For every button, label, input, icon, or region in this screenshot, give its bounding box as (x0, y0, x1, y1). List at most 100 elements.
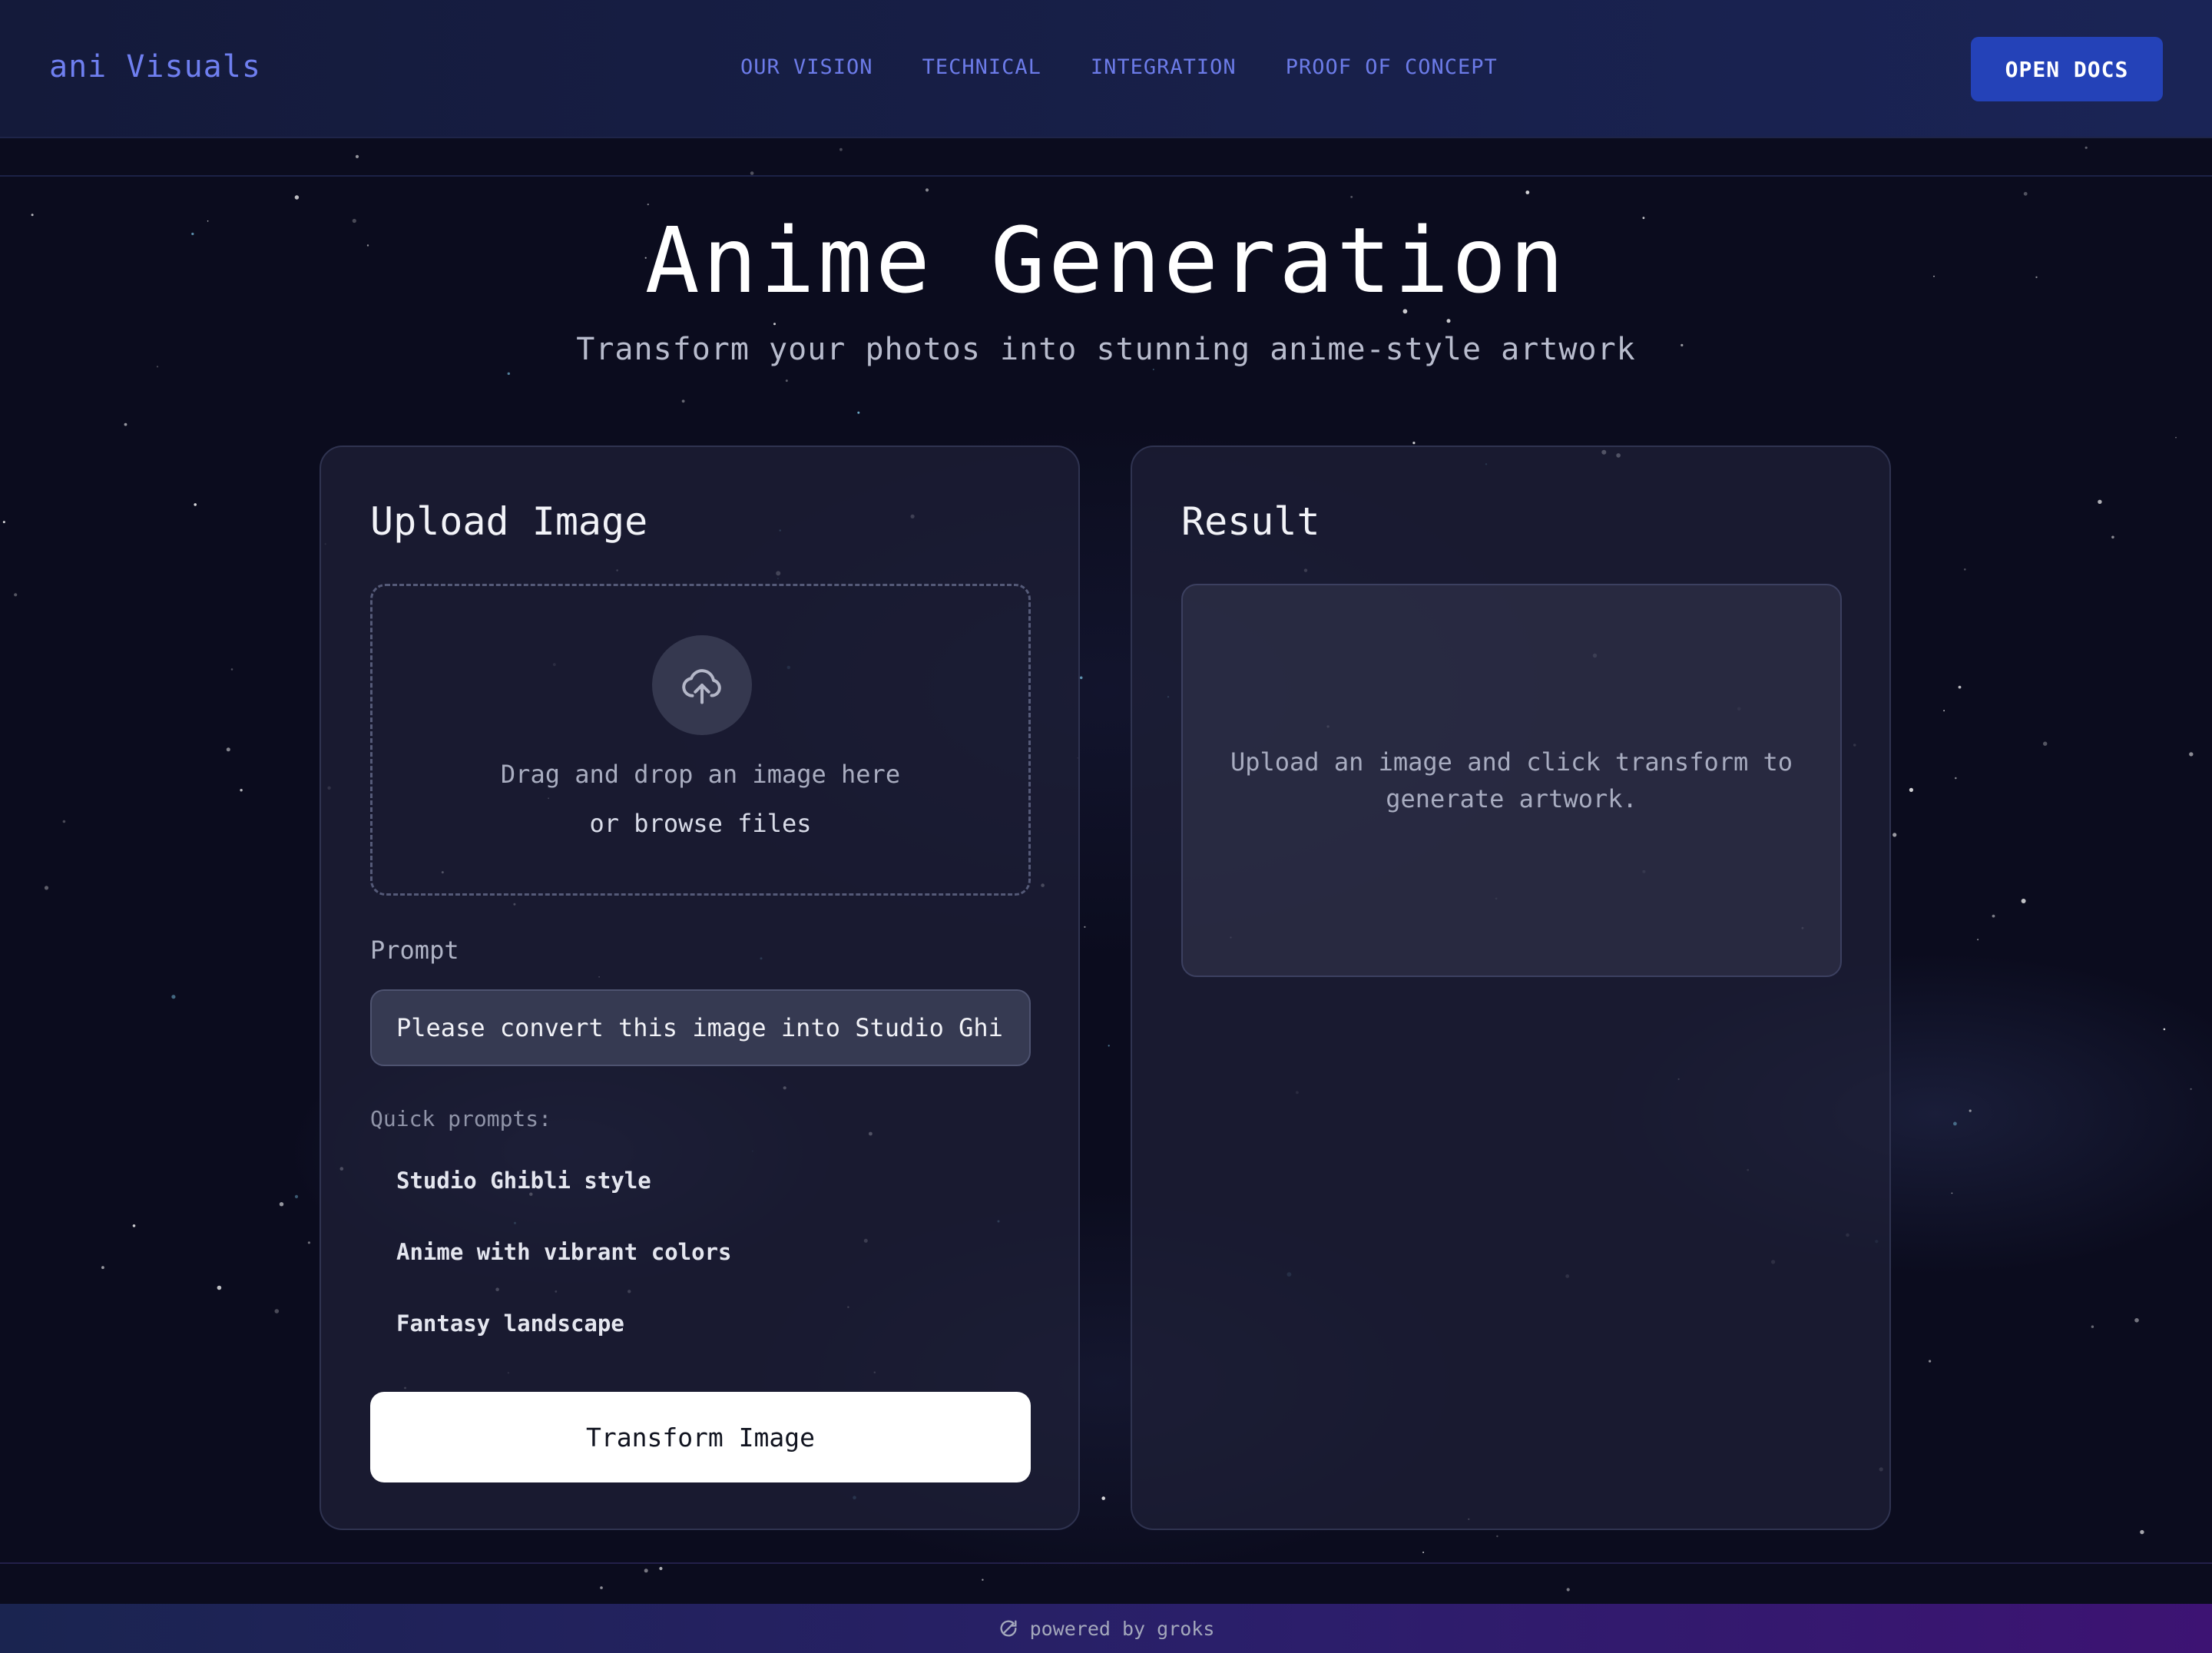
cloud-upload-icon (682, 669, 721, 704)
star (982, 1578, 984, 1581)
star (1422, 1552, 1425, 1553)
star (2163, 1028, 2166, 1031)
star (194, 503, 197, 506)
star (307, 1241, 310, 1244)
brand-logo[interactable]: ani Visuals (49, 49, 261, 84)
result-panel: Result Upload an image and click transfo… (1131, 446, 1891, 1530)
star (681, 399, 685, 403)
star (1101, 1496, 1105, 1500)
nav-our-vision[interactable]: OUR VISION (740, 55, 873, 79)
top-navbar: ani Visuals OUR VISION TECHNICAL INTEGRA… (0, 0, 2212, 138)
star (1108, 1045, 1110, 1047)
star (1964, 568, 1966, 571)
star (171, 995, 176, 999)
star (1350, 196, 1353, 198)
main-nav: OUR VISION TECHNICAL INTEGRATION PROOF O… (740, 55, 1498, 79)
star (925, 188, 929, 192)
star (1992, 914, 1995, 918)
nav-integration[interactable]: INTEGRATION (1091, 55, 1237, 79)
nav-technical[interactable]: TECHNICAL (922, 55, 1041, 79)
quick-prompt-vibrant[interactable]: Anime with vibrant colors (396, 1239, 732, 1265)
quick-prompts-label: Quick prompts: (370, 1106, 552, 1131)
nav-proof-of-concept[interactable]: PROOF OF CONCEPT (1286, 55, 1498, 79)
star (1951, 1192, 1953, 1194)
star (2023, 191, 2028, 196)
star (1909, 787, 1913, 792)
footer: powered by groks (0, 1604, 2212, 1653)
upload-panel-title: Upload Image (370, 499, 648, 544)
star (62, 820, 66, 823)
star (647, 204, 649, 206)
star (1084, 926, 1086, 928)
open-docs-button[interactable]: OPEN DOCS (1971, 37, 2163, 101)
star (644, 1569, 648, 1573)
upload-panel: Upload Image Drag and drop an image here… (320, 446, 1080, 1530)
transform-image-button[interactable]: Transform Image (370, 1392, 1031, 1482)
star (2175, 436, 2177, 439)
star (1969, 1109, 1972, 1112)
refresh-icon (1000, 1620, 1017, 1637)
star (1929, 1360, 1932, 1363)
star (1943, 710, 1945, 712)
star (2134, 1318, 2139, 1323)
star (507, 372, 510, 376)
star (124, 422, 127, 426)
star (240, 789, 243, 792)
star (217, 1285, 222, 1290)
star (2111, 535, 2114, 539)
star (2091, 1325, 2094, 1328)
quick-prompt-fantasy[interactable]: Fantasy landscape (396, 1310, 624, 1337)
star (294, 195, 300, 200)
star (785, 379, 788, 383)
dropzone-text: Drag and drop an image here (500, 760, 901, 789)
star (2189, 752, 2194, 757)
star (1958, 685, 1962, 689)
star (1955, 777, 1957, 780)
star (1892, 833, 1897, 837)
star (1152, 369, 1154, 370)
page-title: Anime Generation (644, 207, 1568, 313)
star (1496, 1535, 1498, 1538)
star (1566, 1588, 1570, 1592)
footer-divider (0, 1562, 2212, 1564)
star (1446, 319, 1451, 323)
star (2085, 146, 2088, 149)
powered-by-text: powered by groks (1029, 1617, 1215, 1640)
quick-prompt-ghibli[interactable]: Studio Ghibli style (396, 1168, 651, 1194)
star (226, 747, 230, 752)
result-placeholder: Upload an image and click transform to g… (1230, 747, 1793, 813)
star (2, 521, 5, 524)
image-dropzone[interactable]: Drag and drop an image here or browse fi… (370, 584, 1031, 896)
star (14, 593, 18, 597)
star (1977, 939, 1979, 941)
star (2043, 741, 2048, 746)
star (857, 411, 860, 414)
star (101, 1266, 104, 1270)
star (839, 147, 843, 151)
star (355, 154, 359, 158)
star (2140, 1529, 2144, 1535)
star (1079, 676, 1083, 680)
browse-files-link[interactable]: or browse files (373, 809, 1028, 838)
prompt-input[interactable] (370, 989, 1031, 1066)
star (1953, 1121, 1957, 1126)
star (2098, 499, 2102, 504)
star (44, 886, 49, 890)
result-panel-title: Result (1181, 499, 1320, 544)
star (132, 1224, 136, 1227)
star (274, 1309, 280, 1313)
page-subtitle: Transform your photos into stunning anim… (576, 332, 1636, 367)
star (2021, 899, 2026, 903)
star (1412, 442, 1416, 445)
result-preview: Upload an image and click transform to g… (1181, 584, 1842, 977)
upload-icon-circle (652, 635, 752, 735)
star (279, 1202, 284, 1207)
header-divider (0, 175, 2212, 177)
star (659, 1566, 663, 1571)
star (773, 323, 776, 326)
star (294, 1194, 299, 1198)
star (600, 1586, 603, 1589)
prompt-label: Prompt (370, 936, 459, 965)
star (1525, 190, 1530, 194)
star (2190, 1088, 2192, 1090)
